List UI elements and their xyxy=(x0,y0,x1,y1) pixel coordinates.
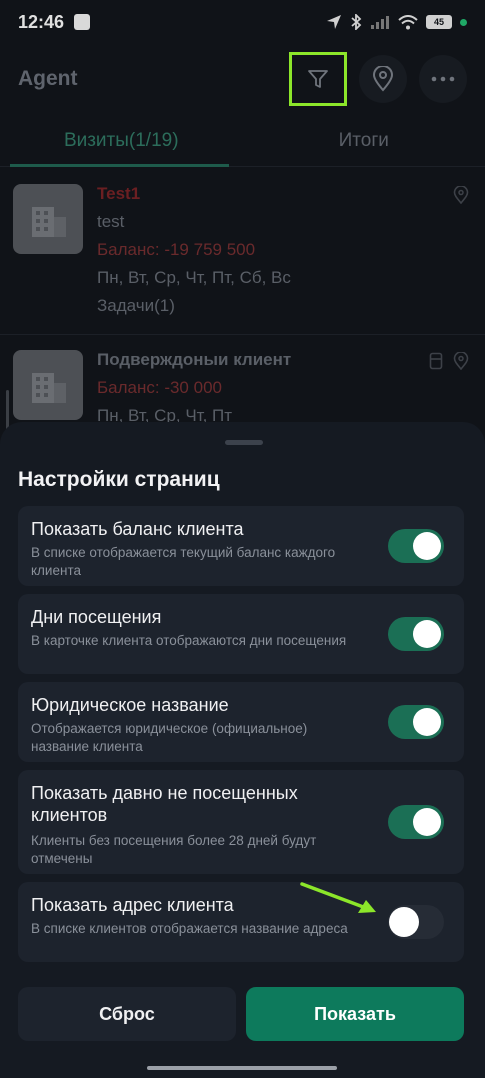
show-button[interactable]: Показать xyxy=(246,987,464,1041)
status-icons: 45 xyxy=(326,14,467,30)
location-pin-icon xyxy=(372,66,394,92)
tab-bar: Визиты(1/19) Итоги xyxy=(0,115,485,167)
setting-title: Юридическое название xyxy=(31,695,229,715)
store-icon xyxy=(429,352,443,370)
setting-description: Клиенты без посещения более 28 дней буду… xyxy=(31,833,317,866)
client-avatar xyxy=(13,184,83,254)
setting-description: Отображается юридическое (официальное) н… xyxy=(31,721,308,754)
client-list-item[interactable]: Подверждоныи клиент Баланс: -30 000 Пн, … xyxy=(0,350,485,430)
setting-title: Показать давно не посещенных клиентов xyxy=(31,783,298,825)
status-bar: 12:46 45 xyxy=(0,0,485,44)
battery-icon: 45 xyxy=(426,15,452,29)
building-icon xyxy=(32,207,66,237)
toggle-knob xyxy=(389,907,419,937)
setting-legal-name: Юридическое название Отображается юридич… xyxy=(18,682,464,762)
visit-days-toggle[interactable] xyxy=(388,617,444,651)
filter-button[interactable] xyxy=(289,52,347,106)
setting-show-address: Показать адрес клиента В списке клиентов… xyxy=(18,882,464,962)
client-tasks: Задачи(1) xyxy=(97,296,175,315)
client-avatar xyxy=(13,350,83,420)
annotation-arrow-icon xyxy=(300,882,376,913)
filter-icon xyxy=(308,70,328,88)
show-unvisited-toggle[interactable] xyxy=(388,805,444,839)
client-name: Подверждоныи клиент xyxy=(97,350,292,369)
navigation-arrow-icon xyxy=(327,15,341,29)
more-icon xyxy=(431,76,455,82)
building-icon xyxy=(32,373,66,403)
location-button[interactable] xyxy=(359,55,407,103)
tab-totals[interactable]: Итоги xyxy=(243,115,485,166)
drag-handle[interactable] xyxy=(225,440,263,445)
show-balance-toggle[interactable] xyxy=(388,529,444,563)
header-actions xyxy=(289,52,467,106)
legal-name-toggle[interactable] xyxy=(388,705,444,739)
show-address-toggle[interactable] xyxy=(388,905,444,939)
tab-visits[interactable]: Визиты(1/19) xyxy=(0,115,243,167)
bluetooth-icon xyxy=(351,14,362,30)
client-balance: Баланс: -19 759 500 xyxy=(97,240,256,259)
location-pin-icon xyxy=(453,186,469,204)
setting-description: В списке клиентов отображается название … xyxy=(31,921,348,936)
status-time: 12:46 xyxy=(18,11,65,32)
status-dot xyxy=(460,18,467,26)
page-title: Agent xyxy=(18,67,78,90)
wifi-icon xyxy=(398,14,418,29)
more-button[interactable] xyxy=(419,55,467,103)
list-divider xyxy=(0,334,485,335)
location-pin-icon xyxy=(453,352,469,370)
notification-icon xyxy=(74,14,91,30)
home-indicator[interactable] xyxy=(147,1066,337,1070)
app-header: Agent xyxy=(0,50,485,108)
setting-title: Дни посещения xyxy=(31,607,162,627)
client-name: Test1 xyxy=(97,184,141,203)
client-list-item[interactable]: Test1 test Баланс: -19 759 500 Пн, Вт, С… xyxy=(0,184,485,334)
sheet-title: Настройки страниц xyxy=(18,468,220,491)
client-visit-days: Пн, Вт, Ср, Чт, Пт, Сб, Вс xyxy=(97,268,291,287)
signal-icon xyxy=(371,16,389,29)
toggle-knob xyxy=(413,532,441,560)
page-settings-sheet: Настройки страниц Показать баланс клиент… xyxy=(0,422,485,1078)
setting-show-balance: Показать баланс клиента В списке отображ… xyxy=(18,506,464,586)
setting-show-unvisited: Показать давно не посещенных клиентов Кл… xyxy=(18,770,464,874)
client-balance: Баланс: -30 000 xyxy=(97,378,222,397)
toggle-knob xyxy=(413,808,441,836)
setting-visit-days: Дни посещения В карточке клиента отображ… xyxy=(18,594,464,674)
toggle-knob xyxy=(413,620,441,648)
toggle-knob xyxy=(413,708,441,736)
setting-description: В карточке клиента отображаются дни посе… xyxy=(31,633,347,648)
reset-button[interactable]: Сброс xyxy=(18,987,236,1041)
setting-title: Показать баланс клиента xyxy=(31,519,244,539)
client-subtitle: test xyxy=(97,212,125,231)
setting-description: В списке отображается текущий баланс каж… xyxy=(31,545,336,578)
